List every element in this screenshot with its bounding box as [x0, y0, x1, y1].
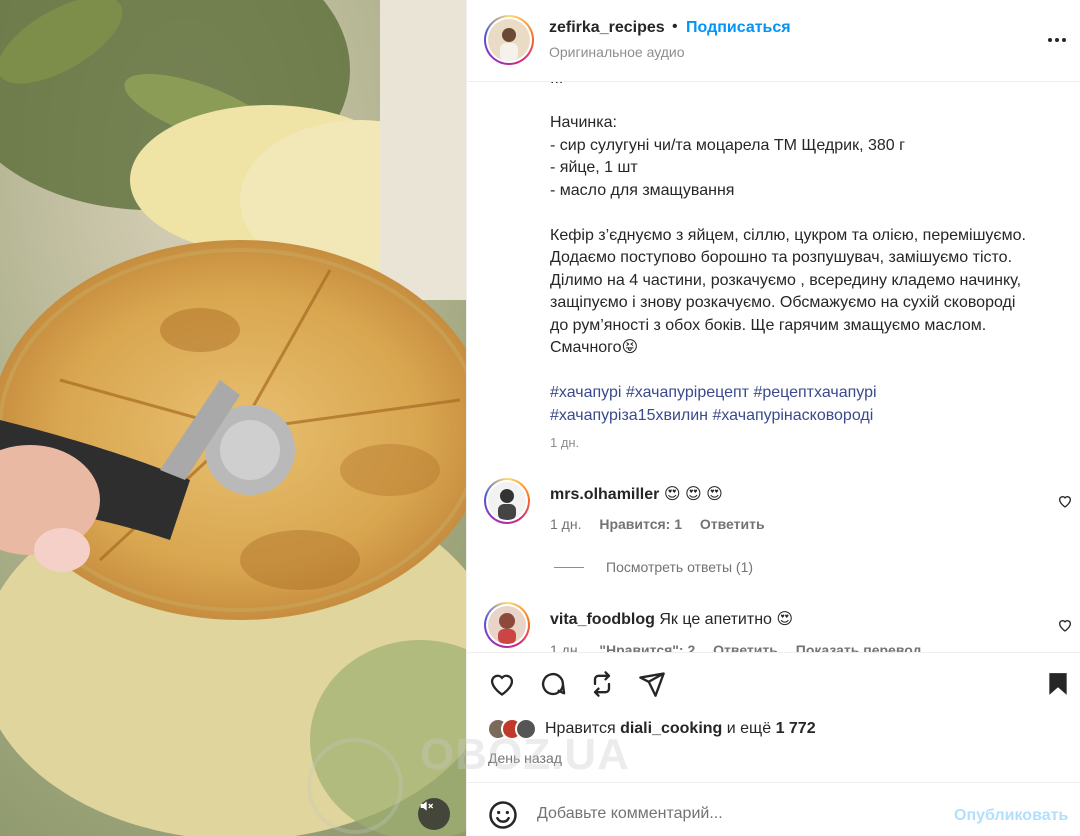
likes-text: Нравится diali_cooking и ещё 1 772: [545, 720, 816, 738]
comment-username[interactable]: mrs.olhamiller: [550, 486, 659, 503]
liker-avatar: [515, 718, 537, 740]
post-header: zefirka_recipes • Подписаться Оригинальн…: [467, 0, 1080, 82]
comment-time[interactable]: 1 дн.: [550, 642, 581, 652]
author-username[interactable]: zefirka_recipes: [549, 19, 665, 37]
likes-middle: и ещё: [726, 720, 772, 737]
caption-line: защіпуємо і знову розкачуємо. Обсмажуємо…: [550, 294, 1016, 311]
comment-username[interactable]: vita_foodblog: [550, 611, 655, 628]
reply-button[interactable]: Ответить: [713, 642, 778, 652]
comment-text: mrs.olhamiller 😍 😍 😍: [550, 484, 723, 504]
mute-button[interactable]: [418, 798, 450, 830]
bookmark-icon: [1049, 673, 1067, 695]
hashtags-line[interactable]: #хачапурі #хачапурірецепт #рецептхачапур…: [550, 382, 1060, 405]
emoji-icon[interactable]: [488, 800, 518, 830]
caption-line: Додаємо поступово борошно та розпушувач,…: [550, 249, 1013, 266]
caption-clipped-line: ...: [550, 82, 563, 88]
caption-line: - яйце, 1 шт: [550, 159, 638, 176]
post-comment-button[interactable]: Опубликовать: [954, 807, 1068, 825]
share-button[interactable]: [636, 668, 668, 700]
add-comment-bar: Опубликовать: [467, 782, 1080, 836]
comment-like-heart-icon[interactable]: [1057, 493, 1073, 509]
comment-likes[interactable]: Нравится: 1: [599, 516, 682, 532]
caption-line: до рум’яності з обох боків. Ще гарячим з…: [550, 316, 987, 334]
heart-icon: [490, 674, 514, 696]
caption-line: Кефір з’єднуємо з яйцем, сіллю, цукром т…: [550, 226, 1026, 244]
comment-likes[interactable]: "Нравится": 2: [599, 642, 695, 652]
repost-button[interactable]: [586, 668, 618, 700]
comment-icon: [541, 673, 566, 696]
author-avatar[interactable]: [484, 15, 534, 65]
comments-scroll-area[interactable]: ... Начинка: - сир сулугуні чи/та моцаре…: [467, 82, 1080, 652]
post-caption: Начинка: - сир сулугуні чи/та моцарела Т…: [550, 112, 1060, 427]
likes-prefix: Нравится: [545, 720, 616, 737]
caption-line: Начинка:: [550, 114, 617, 131]
khachapuri-photo: [0, 0, 466, 836]
post-media[interactable]: [0, 0, 466, 836]
separator-dot: •: [672, 18, 678, 35]
comment-meta: 1 дн. Нравится: 1 Ответить: [550, 516, 779, 532]
likes-summary[interactable]: Нравится diali_cooking и ещё 1 772: [487, 718, 816, 740]
post-actions-bar: Нравится diali_cooking и ещё 1 772 День …: [467, 652, 1080, 782]
likes-count[interactable]: 1 772: [776, 720, 816, 737]
like-button[interactable]: [486, 668, 518, 700]
comment-input[interactable]: [537, 805, 937, 823]
comment-body: Як це апетитно 😍: [659, 611, 794, 628]
more-options-button[interactable]: [1043, 26, 1071, 54]
view-replies-label: Посмотреть ответы (1): [606, 559, 754, 575]
post-date[interactable]: День назад: [488, 750, 562, 766]
hashtags-line[interactable]: #хачапуріза15хвилин #хачапурінасковороді: [550, 405, 1060, 428]
commenter-avatar[interactable]: [484, 602, 530, 648]
more-icon: [1048, 38, 1066, 42]
comment-time[interactable]: 1 дн.: [550, 516, 581, 532]
commenter-avatar[interactable]: [484, 478, 530, 524]
view-replies-button[interactable]: Посмотреть ответы (1): [554, 559, 753, 575]
follow-button[interactable]: Подписаться: [686, 19, 791, 37]
reply-button[interactable]: Ответить: [700, 516, 765, 532]
comment-meta: 1 дн. "Нравится": 2 Ответить Показать пе…: [550, 642, 936, 652]
comment-like-heart-icon[interactable]: [1057, 617, 1073, 633]
translate-button[interactable]: Показать перевод: [796, 642, 922, 652]
comment-text: vita_foodblog Як це апетитно 😍: [550, 609, 793, 629]
comment-button[interactable]: [537, 668, 569, 700]
speaker-muted-icon: [420, 801, 434, 811]
caption-line: - сир сулугуні чи/та моцарела ТМ Щедрик,…: [550, 136, 905, 154]
liker-username[interactable]: diali_cooking: [620, 720, 722, 737]
caption-time[interactable]: 1 дн.: [550, 435, 579, 450]
share-icon: [639, 672, 665, 697]
audio-label[interactable]: Оригинальное аудио: [549, 44, 685, 60]
comment-body: 😍 😍 😍: [663, 486, 723, 503]
repost-icon: [593, 671, 611, 697]
save-button[interactable]: [1042, 668, 1074, 700]
caption-line: - масло для змащування: [550, 181, 735, 199]
post-details-panel: zefirka_recipes • Подписаться Оригинальн…: [466, 0, 1080, 836]
caption-line: Смачного😝: [550, 339, 639, 356]
caption-line: Ділимо на 4 частини, розкачуємо , всеред…: [550, 271, 1022, 289]
